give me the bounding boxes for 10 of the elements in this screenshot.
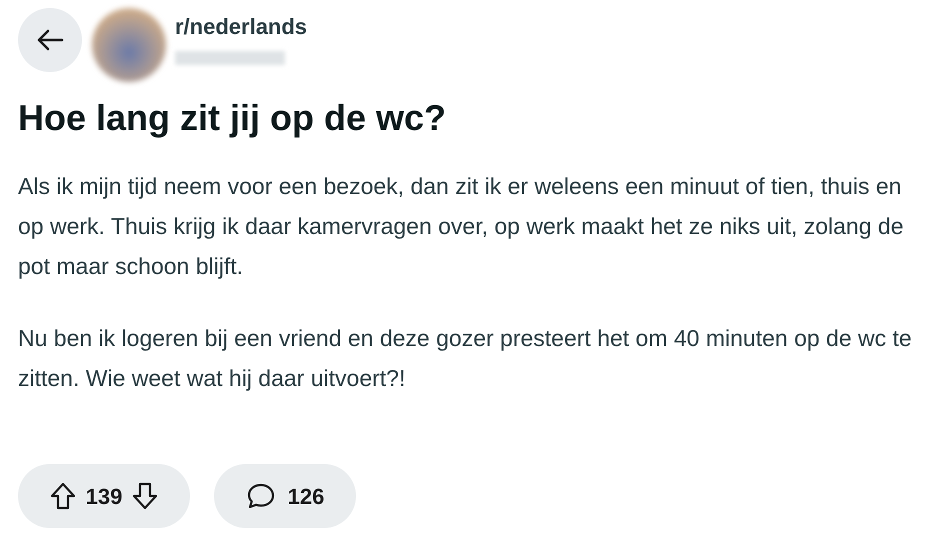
back-arrow-icon bbox=[36, 28, 64, 52]
downvote-icon[interactable] bbox=[132, 482, 158, 510]
post-title: Hoe lang zit jij op de wc? bbox=[18, 96, 448, 140]
post-paragraph: Als ik mijn tijd neem voor een bezoek, dan zit ik er weleens een minuut of tien, thuis en op werk. Thuis krijg ik daar kamervragen over, op werk maakt het ze niks uit, zolang de pot maar schoon blijft. bbox=[18, 172, 904, 281]
upvote-icon[interactable] bbox=[50, 482, 76, 510]
vote-count: 139 bbox=[86, 482, 122, 510]
comments-button[interactable]: 126 bbox=[214, 464, 356, 528]
post-paragraph: Nu ben ik logeren bij een vriend en deze gozer presteert het om 40 minuten op de wc te zitten. Wie weet wat hij daar uitvoert?! bbox=[18, 324, 913, 393]
comment-bubble-icon bbox=[246, 482, 276, 510]
subreddit-name[interactable]: r/nederlands bbox=[175, 10, 308, 43]
